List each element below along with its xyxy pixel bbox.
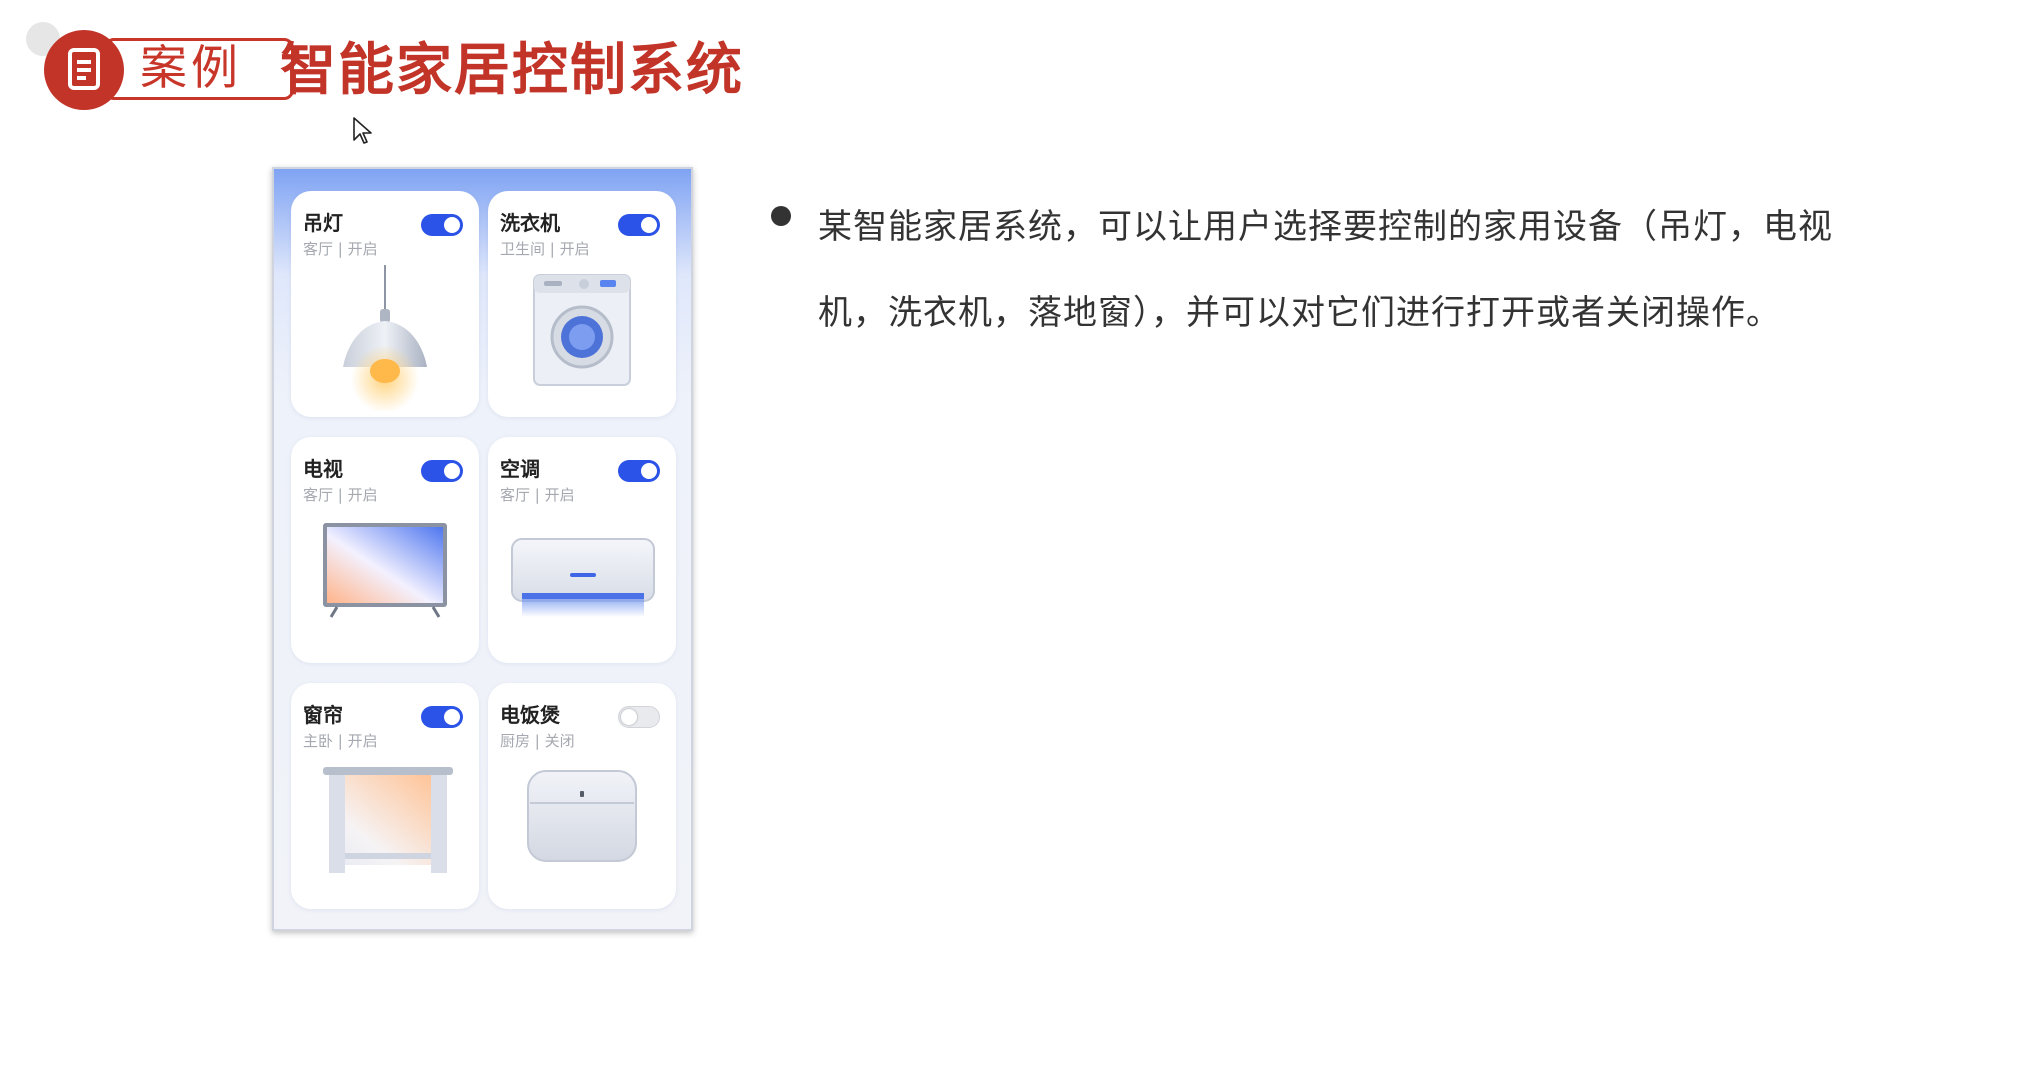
- device-status: 客厅 | 开启: [500, 486, 575, 504]
- device-status: 客厅 | 开启: [303, 240, 378, 258]
- description-text: 某智能家居系统，可以让用户选择要控制的家用设备（吊灯，电视机，洗衣机，落地窗），…: [818, 207, 1833, 333]
- page-title: 智能家居控制系统: [280, 38, 744, 103]
- device-status: 厨房 | 关闭: [500, 732, 575, 750]
- power-toggle[interactable]: [421, 706, 463, 728]
- device-card-curtain[interactable]: 窗帘 主卧 | 开启: [291, 683, 479, 909]
- device-name: 空调: [500, 457, 540, 481]
- badge-label: 案例: [140, 41, 242, 96]
- rice-cooker-icon: [527, 770, 637, 862]
- device-name: 窗帘: [303, 703, 343, 727]
- washing-machine-icon: [533, 274, 631, 386]
- device-name: 洗衣机: [500, 211, 560, 235]
- power-toggle[interactable]: [618, 214, 660, 236]
- device-card-air-conditioner[interactable]: 空调 客厅 | 开启: [488, 437, 676, 663]
- device-card-washing-machine[interactable]: 洗衣机 卫生间 | 开启: [488, 191, 676, 417]
- pendant-lamp-icon: [343, 265, 427, 411]
- document-icon: [44, 30, 124, 110]
- device-status: 主卧 | 开启: [303, 732, 378, 750]
- curtain-icon: [323, 767, 453, 873]
- bullet-icon: [771, 206, 791, 226]
- device-status: 卫生间 | 开启: [500, 240, 590, 258]
- device-card-rice-cooker[interactable]: 电饭煲 厨房 | 关闭: [488, 683, 676, 909]
- power-toggle[interactable]: [421, 460, 463, 482]
- case-badge: 案例: [44, 30, 294, 110]
- mouse-cursor-icon: [352, 116, 374, 150]
- device-card-tv[interactable]: 电视 客厅 | 开启: [291, 437, 479, 663]
- power-toggle[interactable]: [618, 460, 660, 482]
- device-status: 客厅 | 开启: [303, 486, 378, 504]
- device-card-pendant-lamp[interactable]: 吊灯 客厅 | 开启: [291, 191, 479, 417]
- device-name: 电饭煲: [500, 703, 560, 727]
- device-name: 吊灯: [303, 211, 343, 235]
- power-toggle[interactable]: [618, 706, 660, 728]
- air-conditioner-icon: [511, 538, 655, 617]
- device-name: 电视: [303, 457, 343, 481]
- power-toggle[interactable]: [421, 214, 463, 236]
- tv-icon: [323, 523, 447, 618]
- phone-mockup: 吊灯 客厅 | 开启 洗衣机 卫生间 | 开启 电视 客厅 | 开启 空调 客厅…: [272, 167, 693, 931]
